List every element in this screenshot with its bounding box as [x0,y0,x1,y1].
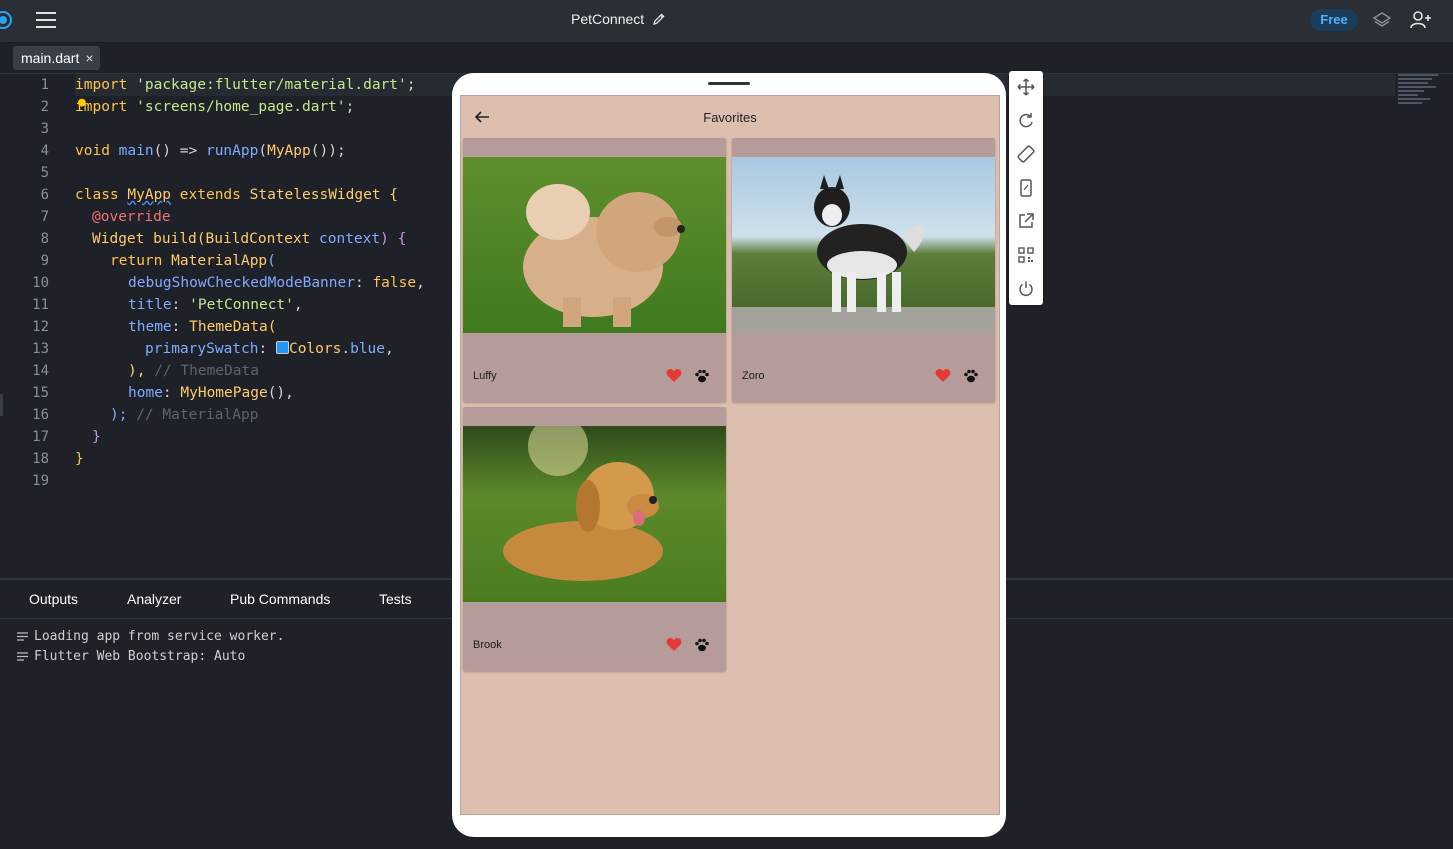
code-line-6[interactable]: class MyApp extends StatelessWidget { [75,184,398,206]
tab-analyzer[interactable]: Analyzer [127,591,181,607]
line-number: 16 [32,407,49,423]
code-line-15[interactable]: home: MyHomePage(), [128,382,294,404]
app-bar: Favorites [461,96,999,138]
line-number: 19 [32,473,49,489]
code-line-1[interactable]: import 'package:flutter/material.dart'; [75,74,415,96]
line-number: 14 [32,363,49,379]
pet-photo-golden-retriever [463,426,726,602]
phone-frame-icon[interactable] [1017,179,1035,197]
pet-name: Luffy [473,370,497,382]
code-line-17[interactable]: } [92,426,101,448]
line-number: 2 [40,99,49,115]
pet-card[interactable]: Luffy [463,138,726,402]
close-icon[interactable]: × [85,50,93,66]
code-line-14[interactable]: ), // ThemeData [128,360,259,382]
code-line-12[interactable]: theme: ThemeData( [128,316,276,338]
pet-card[interactable]: Brook [463,407,726,671]
heart-icon[interactable] [935,368,951,383]
tab-main-dart[interactable]: main.dart × [13,46,100,70]
log-line: Flutter Web Bootstrap: Auto [17,649,245,664]
app-logo-icon[interactable] [0,11,12,29]
power-icon[interactable] [1017,280,1035,298]
code-line-2[interactable]: import 'screens/home_page.dart'; [75,96,354,118]
heart-icon[interactable] [666,368,682,383]
top-bar: PetConnect Free [0,0,1453,43]
tab-outputs[interactable]: Outputs [29,591,78,607]
plan-badge[interactable]: Free [1310,9,1358,31]
line-number: 9 [40,253,49,269]
app-bar-title: Favorites [703,110,757,125]
move-icon[interactable] [1017,78,1035,96]
pet-photo-chow-chow [463,157,726,333]
line-number: 15 [32,385,49,401]
device-handle[interactable] [708,82,750,85]
paw-icon[interactable] [963,368,979,383]
open-external-icon[interactable] [1017,212,1035,230]
line-number: 17 [32,429,49,445]
editor-tab-strip: main.dart × [0,43,1453,74]
paw-icon[interactable] [694,637,710,652]
heart-icon[interactable] [666,637,682,652]
device-toolbar [1009,71,1043,305]
pet-card[interactable]: Zoro [732,138,995,402]
code-line-10[interactable]: debugShowCheckedModeBanner: false, [128,272,425,294]
line-number: 10 [32,275,49,291]
menu-icon[interactable] [36,12,56,28]
project-title[interactable]: PetConnect [571,11,644,27]
pet-name: Brook [473,639,502,651]
code-line-9[interactable]: return MaterialApp( [110,250,276,272]
code-minimap[interactable] [1398,72,1448,108]
line-number: 6 [40,187,49,203]
device-frame: Favorites Luffy Zoro Brook [452,73,1006,837]
pet-name: Zoro [742,370,765,382]
log-line: Loading app from service worker. [17,629,284,644]
qr-code-icon[interactable] [1017,246,1035,264]
line-number: 13 [32,341,49,357]
line-number: 5 [40,165,49,181]
code-line-16[interactable]: ); // MaterialApp [110,404,258,426]
log-lines-icon [17,632,28,641]
app-screen: Favorites Luffy Zoro Brook [460,95,1000,815]
line-number: 1 [40,77,49,93]
line-number: 12 [32,319,49,335]
project-title-area: PetConnect [571,11,666,27]
code-line-18[interactable]: } [75,448,84,470]
code-line-4[interactable]: void main() => runApp(MyApp()); [75,140,346,162]
line-number: 8 [40,231,49,247]
rotate-device-icon[interactable] [1017,145,1035,163]
rotate-icon[interactable] [1017,112,1035,130]
code-line-13[interactable]: primarySwatch: Colors.blue, [145,338,394,360]
code-line-8[interactable]: Widget build(BuildContext context) { [92,228,406,250]
paw-icon[interactable] [694,368,710,383]
add-user-icon[interactable] [1410,10,1432,30]
layers-icon[interactable] [1372,10,1392,30]
code-line-11[interactable]: title: 'PetConnect', [128,294,303,316]
line-number: 11 [32,297,49,313]
line-number: 18 [32,451,49,467]
pet-photo-husky [732,157,995,333]
line-number: 3 [40,121,49,137]
lightbulb-icon[interactable]: ● [78,92,86,114]
log-lines-icon [17,652,28,661]
line-number: 4 [40,143,49,159]
color-swatch-icon[interactable] [275,341,289,354]
tab-tests[interactable]: Tests [379,591,412,607]
tab-label: main.dart [21,50,80,66]
pencil-icon[interactable] [652,12,666,26]
tab-pub-commands[interactable]: Pub Commands [230,591,330,607]
code-line-7[interactable]: @override [92,206,171,228]
line-number: 7 [40,209,49,225]
